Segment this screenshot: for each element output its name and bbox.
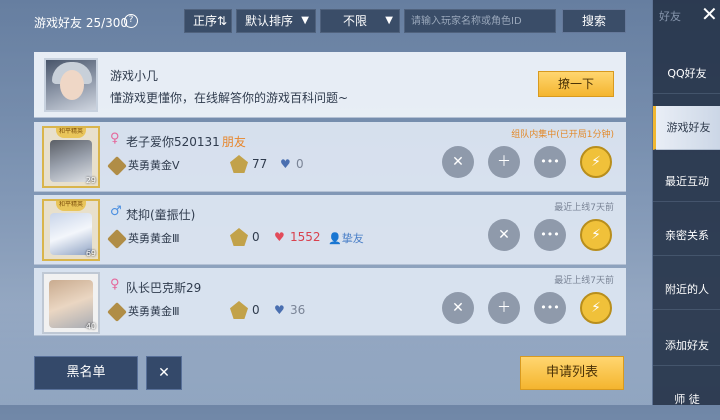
ai-name: 游戏小几 — [110, 69, 159, 83]
heart-value: 0 — [296, 157, 304, 171]
gift-button[interactable]: ⚡ — [580, 146, 612, 178]
female-icon: ♀ — [110, 277, 120, 292]
avatar[interactable]: 和平精英 29 — [42, 126, 100, 188]
bottom-bar: 黑名单 ✕ 申请列表 — [0, 350, 652, 405]
filter-label: 不限 — [343, 14, 368, 28]
status-text: 最近上线7天前 — [554, 203, 614, 213]
friend-name: 梵抑(童振仕) — [126, 208, 196, 222]
rank-icon — [107, 302, 127, 322]
close-icon[interactable]: ✕ — [701, 2, 718, 26]
chat-button[interactable]: ••• — [534, 146, 566, 178]
ai-assistant-card: 游戏小几 懂游戏更懂你，在线解答你的游戏百科问题~ 撩一下 — [34, 52, 626, 118]
search-button[interactable]: 搜索 — [562, 9, 626, 33]
ai-avatar[interactable] — [44, 58, 98, 112]
badge-count: 0 — [252, 230, 260, 244]
heart-value: 36 — [290, 303, 306, 317]
level: 29 — [85, 176, 96, 185]
badge-icon — [230, 155, 248, 173]
badge-icon — [230, 301, 248, 319]
batch-remove-button[interactable]: ✕ — [146, 356, 182, 390]
rank-icon — [107, 229, 127, 249]
avatar[interactable]: 和平精英 69 — [42, 199, 100, 261]
heart-icon: ♥ — [274, 230, 285, 244]
sort-dropdown[interactable]: 默认排序 ▼ — [236, 9, 316, 33]
topbar: 游戏好友 25/300 ? 正序⇅ 默认排序 ▼ 不限 ▼ 搜索 — [0, 0, 652, 44]
gift-button[interactable]: ⚡ — [580, 292, 612, 324]
friend-row[interactable]: 40 ♀ 队长巴克斯29 英勇黄金Ⅲ 0 ♥ 36 最近上线7天前 ✕ ＋ ••… — [34, 268, 626, 336]
order-toggle[interactable]: 正序⇅ — [184, 9, 232, 33]
sidebar-item-add-friend[interactable]: 添加好友 — [653, 326, 720, 366]
rank-icon — [107, 156, 127, 176]
order-label: 正序⇅ — [193, 14, 228, 28]
friend-row[interactable]: 和平精英 29 ♀ 老子爱你520131 朋友 英勇黄金Ⅴ 77 ♥ 0 组队内集中… — [34, 122, 626, 192]
female-icon: ♀ — [110, 131, 120, 146]
blacklist-button[interactable]: 黑名单 — [34, 356, 138, 390]
sidebar-item-intimate[interactable]: 亲密关系 — [653, 216, 720, 256]
sidebar-header: 好友 — [659, 10, 681, 23]
level: 40 — [85, 322, 96, 331]
level: 69 — [85, 249, 96, 258]
gift-button[interactable]: ⚡ — [580, 219, 612, 251]
friend-row[interactable]: 和平精英 69 ♂ 梵抑(童振仕) 英勇黄金Ⅲ 0 ♥ 1552 👤挚友 最近上线… — [34, 195, 626, 265]
ai-description: 懂游戏更懂你，在线解答你的游戏百科问题~ — [110, 91, 349, 105]
add-friend-button[interactable]: ＋ — [488, 146, 520, 178]
remove-friend-button[interactable]: ✕ — [442, 292, 474, 324]
chat-button[interactable]: ••• — [534, 219, 566, 251]
crest-label: 和平精英 — [56, 128, 86, 138]
help-icon[interactable]: ? — [124, 14, 138, 28]
sidebar-item-nearby[interactable]: 附近的人 — [653, 270, 720, 310]
crest-label: 和平精英 — [56, 201, 86, 211]
heart-icon: ♥ — [274, 303, 285, 317]
sidebar-item-game-friends[interactable]: 游戏好友 — [653, 106, 720, 150]
heart-value: 1552 — [290, 230, 321, 244]
relation-icon: 👤 — [328, 232, 342, 245]
relation-label: 👤挚友 — [328, 232, 364, 245]
sort-label: 默认排序 — [245, 14, 294, 28]
sidebar-item-mentor[interactable]: 师 徒 — [653, 380, 720, 420]
chevron-down-icon: ▼ — [385, 15, 393, 26]
rank-label: 英勇黄金Ⅲ — [128, 305, 180, 318]
sidebar-item-recent[interactable]: 最近互动 — [653, 162, 720, 202]
status-text: 最近上线7天前 — [554, 276, 614, 286]
sidebar: 好友 ✕ QQ好友 游戏好友 最近互动 亲密关系 附近的人 添加好友 师 徒 — [652, 0, 720, 406]
friend-name: 队长巴克斯29 — [126, 281, 202, 295]
sidebar-item-qq-friends[interactable]: QQ好友 — [653, 54, 720, 94]
male-icon: ♂ — [110, 204, 122, 219]
remove-friend-button[interactable]: ✕ — [488, 219, 520, 251]
friend-panel: 游戏好友 25/300 ? 正序⇅ 默认排序 ▼ 不限 ▼ 搜索 游戏小几 懂游戏更… — [0, 0, 652, 405]
friend-name: 老子爱你520131 朋友 — [126, 135, 246, 149]
badge-count: 0 — [252, 303, 260, 317]
remove-friend-button[interactable]: ✕ — [442, 146, 474, 178]
apply-list-button[interactable]: 申请列表 — [520, 356, 624, 390]
friend-count: 游戏好友 25/300 — [34, 16, 129, 30]
chevron-down-icon: ▼ — [301, 15, 309, 26]
chat-button[interactable]: ••• — [534, 292, 566, 324]
status-text: 组队内集中(已开局1分钟) — [511, 130, 614, 140]
rank-label: 英勇黄金Ⅲ — [128, 232, 180, 245]
chat-ai-button[interactable]: 撩一下 — [538, 71, 614, 97]
friend-tag: 朋友 — [221, 135, 246, 149]
add-friend-button[interactable]: ＋ — [488, 292, 520, 324]
badge-icon — [230, 228, 248, 246]
filter-dropdown[interactable]: 不限 ▼ — [320, 9, 400, 33]
badge-count: 77 — [252, 157, 268, 171]
avatar[interactable]: 40 — [42, 272, 100, 334]
rank-label: 英勇黄金Ⅴ — [128, 159, 180, 172]
search-input[interactable] — [404, 9, 556, 33]
heart-icon: ♥ — [280, 157, 291, 171]
